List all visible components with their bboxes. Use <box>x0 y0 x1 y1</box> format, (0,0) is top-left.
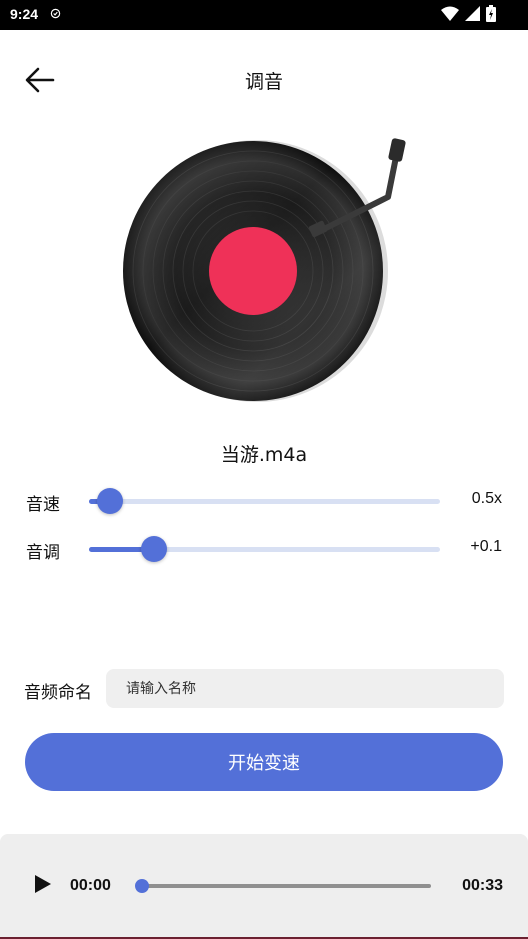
audio-name-input[interactable] <box>106 669 504 708</box>
status-bar: 9:24 <box>0 0 528 30</box>
pitch-slider-thumb[interactable] <box>140 536 167 562</box>
page-title: 调音 <box>244 71 283 93</box>
speed-slider-thumb[interactable] <box>97 488 124 514</box>
audio-name-label: 音频命名 <box>24 683 92 703</box>
sync-icon <box>50 8 61 19</box>
total-time: 00:33 <box>462 877 503 894</box>
speed-label: 音速 <box>26 495 60 515</box>
pitch-slider-row: 音调 +0.1 <box>0 529 528 569</box>
battery-icon <box>486 4 496 26</box>
speed-slider[interactable] <box>89 488 440 514</box>
audio-player: 00:00 00:33 <box>0 834 528 938</box>
wifi-icon <box>441 6 459 25</box>
pitch-slider[interactable] <box>89 536 440 562</box>
play-icon <box>35 875 51 893</box>
speed-value: 0.5x <box>471 490 502 507</box>
playback-progress-thumb[interactable] <box>135 879 149 893</box>
current-time: 00:00 <box>70 877 111 894</box>
status-icons <box>441 4 496 26</box>
file-name: 当游.m4a <box>220 444 308 466</box>
playback-progress-bar[interactable] <box>135 879 431 893</box>
speed-slider-row: 音速 0.5x <box>0 481 528 521</box>
status-time: 9:24 <box>10 6 39 22</box>
play-button[interactable] <box>30 872 54 896</box>
pitch-label: 音调 <box>26 543 60 563</box>
start-speed-change-button[interactable]: 开始变速 <box>25 733 503 791</box>
signal-icon <box>465 5 480 25</box>
pitch-value: +0.1 <box>470 538 502 555</box>
vinyl-record-icon <box>120 135 410 410</box>
